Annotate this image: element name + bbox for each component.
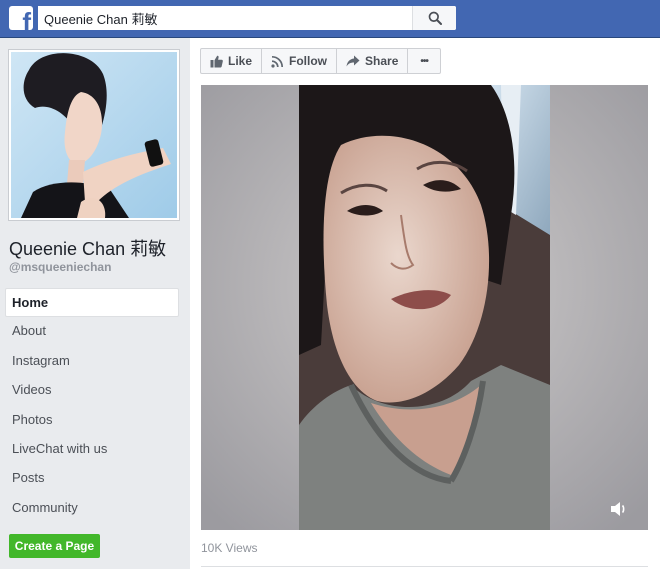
page-actions-bar: Like Follow Share ••• (200, 48, 441, 74)
page-username[interactable]: @msqueeniechan (9, 260, 111, 274)
page-nav: Home About Instagram Videos Photos LiveC… (5, 288, 179, 523)
main-column: Like Follow Share ••• 10K Views (190, 38, 660, 569)
create-page-button[interactable]: Create a Page (9, 534, 100, 558)
nav-item-home[interactable]: Home (5, 288, 179, 318)
video-player[interactable] (201, 85, 648, 530)
like-label: Like (228, 54, 253, 68)
nav-item-posts[interactable]: Posts (5, 464, 179, 493)
divider (201, 566, 648, 567)
volume-icon[interactable] (609, 500, 627, 518)
page-title[interactable]: Queenie Chan 莉敏 (9, 235, 189, 261)
share-icon (346, 55, 360, 67)
nav-item-about[interactable]: About (5, 317, 179, 346)
search-icon (428, 11, 442, 25)
nav-item-instagram[interactable]: Instagram (5, 347, 179, 376)
nav-item-photos[interactable]: Photos (5, 406, 179, 435)
share-label: Share (365, 54, 399, 68)
like-icon (210, 55, 223, 67)
search-bar (38, 6, 456, 30)
follow-icon (271, 55, 284, 68)
nav-item-livechat[interactable]: LiveChat with us (5, 435, 179, 464)
nav-item-community[interactable]: Community (5, 494, 179, 523)
profile-picture[interactable] (8, 49, 180, 221)
more-icon: ••• (420, 55, 428, 67)
left-column: Queenie Chan 莉敏 @msqueeniechan Home Abou… (0, 38, 190, 569)
follow-label: Follow (289, 54, 328, 68)
video-view-count: 10K Views (201, 541, 258, 555)
more-button[interactable]: ••• (408, 49, 440, 73)
search-input[interactable] (38, 6, 412, 30)
profile-photo-image (11, 52, 177, 218)
video-frame (201, 85, 648, 530)
nav-item-videos[interactable]: Videos (5, 376, 179, 405)
top-bar: f (0, 0, 660, 38)
follow-button[interactable]: Follow (262, 49, 338, 73)
facebook-logo-icon[interactable]: f (9, 6, 33, 30)
like-button[interactable]: Like (201, 49, 263, 73)
search-button[interactable] (412, 6, 456, 30)
share-button[interactable]: Share (337, 49, 409, 73)
